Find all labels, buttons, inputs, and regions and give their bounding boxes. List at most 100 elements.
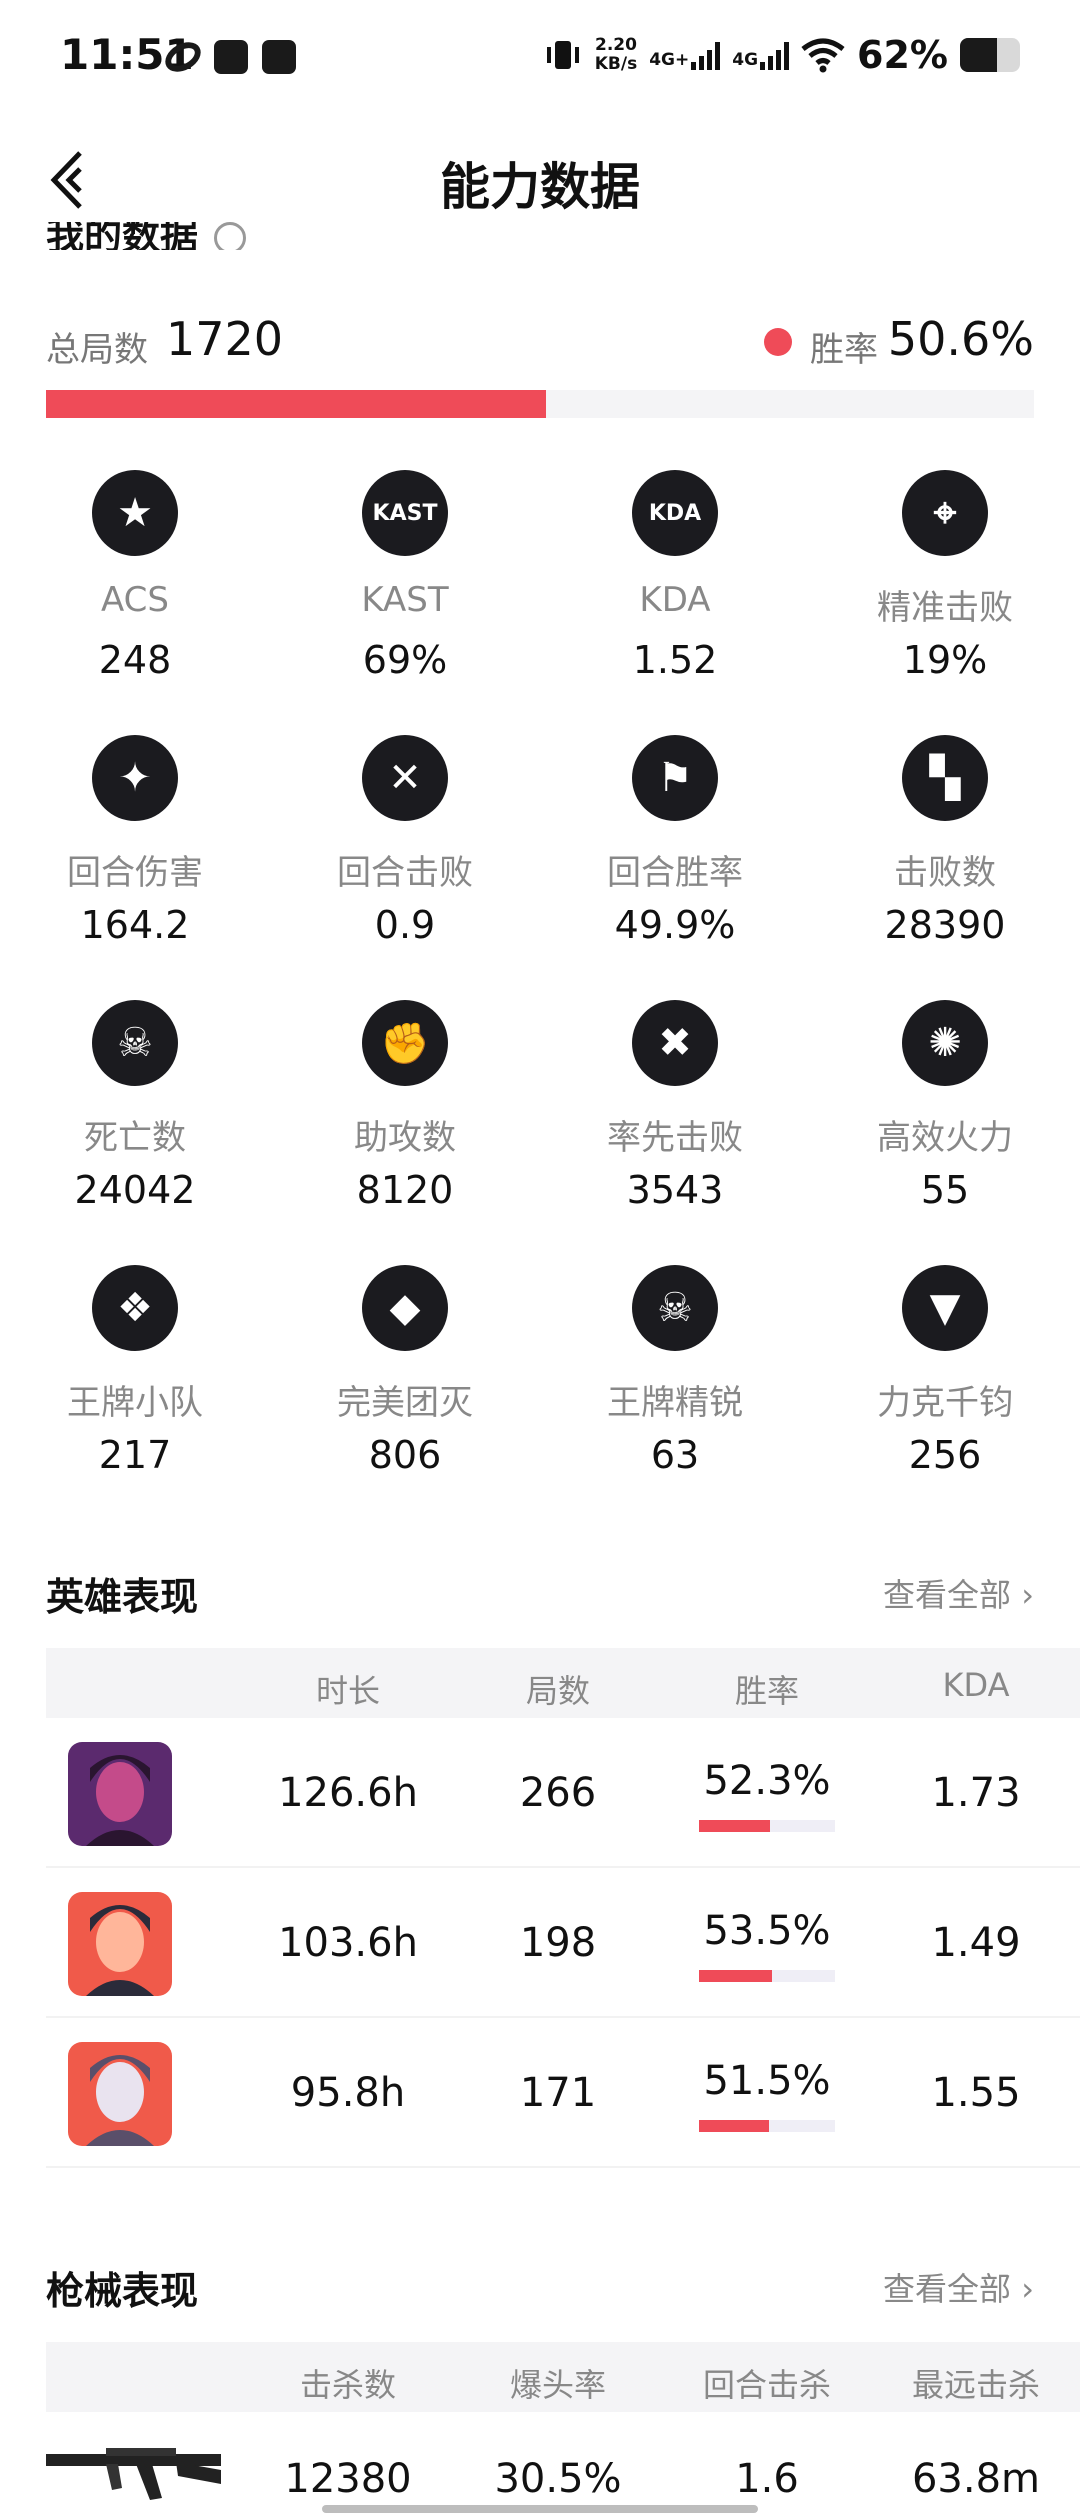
page-title: 能力数据 [440, 158, 640, 216]
weapon-kills: 12380 [284, 2456, 412, 2502]
weapon-view-all-link[interactable]: 查看全部 › [883, 2264, 1034, 2310]
stat-ace-squad: ❖ 王牌小队 217 [0, 1265, 270, 1530]
win-rate-bar [46, 390, 1034, 418]
stat-damage: ✦ 回合伤害 164.2 [0, 735, 270, 1000]
stat-diamond: ◆ 完美团灭 806 [270, 1265, 540, 1530]
my-data-title: 我的数据 [46, 222, 247, 250]
hero-win-rate: 52.3% [703, 1758, 831, 1804]
stat-label: 死亡数 [84, 1118, 186, 1158]
stat-value: 19% [902, 638, 988, 682]
eagle-icon: ▼ [902, 1265, 988, 1351]
stat-value: 806 [368, 1433, 442, 1477]
stat-label: ACS [101, 580, 169, 620]
agent-avatar [68, 2042, 172, 2146]
skull-icon: ☠ [92, 1000, 178, 1086]
hero-duration: 95.8h [290, 2070, 406, 2116]
hero-row[interactable]: 95.8h 171 51.5% 1.55 [46, 2018, 1080, 2168]
totals-row: 总局数 1720 胜率 50.6% [46, 300, 1034, 380]
stat-label: KAST [361, 580, 449, 620]
battery-percent: 62% [857, 33, 948, 77]
signal-bars-icon [691, 40, 721, 70]
agent-avatar [68, 1742, 172, 1846]
elite-skull-icon: ☠ [632, 1265, 718, 1351]
weapon-table-header: 击杀数 爆头率 回合击杀 最远击杀 [46, 2342, 1080, 2412]
stat-value: 3543 [626, 1168, 724, 1212]
home-indicator[interactable] [322, 2505, 758, 2513]
hero-win-rate-bar [699, 1970, 835, 1982]
hero-win-rate: 51.5% [703, 2058, 831, 2104]
app-notification-icon [262, 40, 296, 74]
crosshair-skull-icon: ⌖ [902, 470, 988, 556]
kast-icon: KAST [362, 470, 448, 556]
hero-kda: 1.73 [931, 1770, 1021, 1816]
damage-icon: ✦ [92, 735, 178, 821]
hero-view-all-link[interactable]: 查看全部 › [883, 1570, 1034, 1616]
win-dot-icon [764, 328, 792, 356]
hero-win-rate: 53.5% [703, 1908, 831, 1954]
stat-eagle: ▼ 力克千钧 256 [810, 1265, 1080, 1530]
stat-value: 49.9% [614, 903, 736, 947]
stat-value: 69% [362, 638, 448, 682]
stat-kast: KAST KAST 69% [270, 470, 540, 735]
weapon-section-title: 枪械表现 [46, 2269, 199, 2313]
hero-games: 198 [519, 1920, 597, 1966]
hero-duration: 126.6h [278, 1770, 418, 1816]
stat-label: 王牌小队 [67, 1383, 203, 1423]
status-bar: 11:51 2.20 KB/s 4G+ 4G 62% [0, 0, 1080, 115]
agent-avatar [68, 1892, 172, 1996]
stat-label: 回合伤害 [67, 853, 203, 893]
stat-fist: ✊ 助攻数 8120 [270, 1000, 540, 1265]
ace-squad-icon: ❖ [92, 1265, 178, 1351]
rifle-icon [46, 2448, 221, 2500]
wifi-icon [801, 38, 845, 73]
hero-games: 266 [519, 1770, 597, 1816]
total-games-label: 总局数 [46, 330, 148, 370]
stat-value: 164.2 [80, 903, 190, 947]
stat-flag: ⚑ 回合胜率 49.9% [540, 735, 810, 1000]
stat-label: 力克千钧 [877, 1383, 1013, 1423]
hero-win-rate-bar [699, 2120, 835, 2132]
pistol-icon: ▚ [902, 735, 988, 821]
hero-row[interactable]: 126.6h 266 52.3% 1.73 [46, 1718, 1080, 1868]
stat-value: 63 [650, 1433, 700, 1477]
fist-icon: ✊ [362, 1000, 448, 1086]
hero-section-title: 英雄表现 [46, 1575, 199, 1619]
stat-label: 高效火力 [877, 1118, 1013, 1158]
stat-label: 助攻数 [354, 1118, 456, 1158]
hero-table-header: 时长 局数 胜率 KDA [46, 1648, 1080, 1718]
stat-label: 完美团灭 [337, 1383, 473, 1423]
hero-win-rate-bar [699, 1820, 835, 1832]
stat-pistol: ▚ 击败数 28390 [810, 735, 1080, 1000]
hero-kda: 1.49 [931, 1920, 1021, 1966]
stat-crosshair-skull: ⌖ 精准击败 19% [810, 470, 1080, 735]
hero-games: 171 [519, 2070, 597, 2116]
network-speed: 2.20 KB/s [594, 35, 638, 74]
stat-value: 55 [920, 1168, 970, 1212]
stat-label: KDA [639, 580, 711, 620]
col-kills: 击杀数 [299, 2366, 397, 2404]
stat-label: 王牌精锐 [607, 1383, 743, 1423]
help-icon [214, 222, 247, 250]
col-games: 局数 [525, 1672, 591, 1710]
stat-blades: ✕ 回合击败 0.9 [270, 735, 540, 1000]
first-blood-icon: ✖ [632, 1000, 718, 1086]
col-round-kills: 回合击杀 [702, 2366, 832, 2404]
stat-value: 248 [98, 638, 172, 682]
stat-star-badge: ★ ACS 248 [0, 470, 270, 735]
win-rate-label: 胜率 [810, 330, 878, 370]
col-win-rate: 胜率 [734, 1672, 800, 1710]
diamond-icon: ◆ [362, 1265, 448, 1351]
signal-bars-icon [760, 40, 790, 70]
stat-firepower: ✺ 高效火力 55 [810, 1000, 1080, 1265]
stat-value: 28390 [884, 903, 1006, 947]
hero-duration: 103.6h [278, 1920, 418, 1966]
col-duration: 时长 [315, 1672, 381, 1710]
kda-icon: KDA [632, 470, 718, 556]
vibrate-icon [546, 41, 579, 69]
stat-skull: ☠ 死亡数 24042 [0, 1000, 270, 1265]
stat-label: 精准击败 [877, 588, 1013, 628]
hero-row[interactable]: 103.6h 198 53.5% 1.49 [46, 1868, 1080, 2018]
stat-first-blood: ✖ 率先击败 3543 [540, 1000, 810, 1265]
weapon-section-header: 枪械表现 查看全部 › [46, 2256, 1034, 2316]
stat-label: 回合胜率 [607, 853, 743, 893]
